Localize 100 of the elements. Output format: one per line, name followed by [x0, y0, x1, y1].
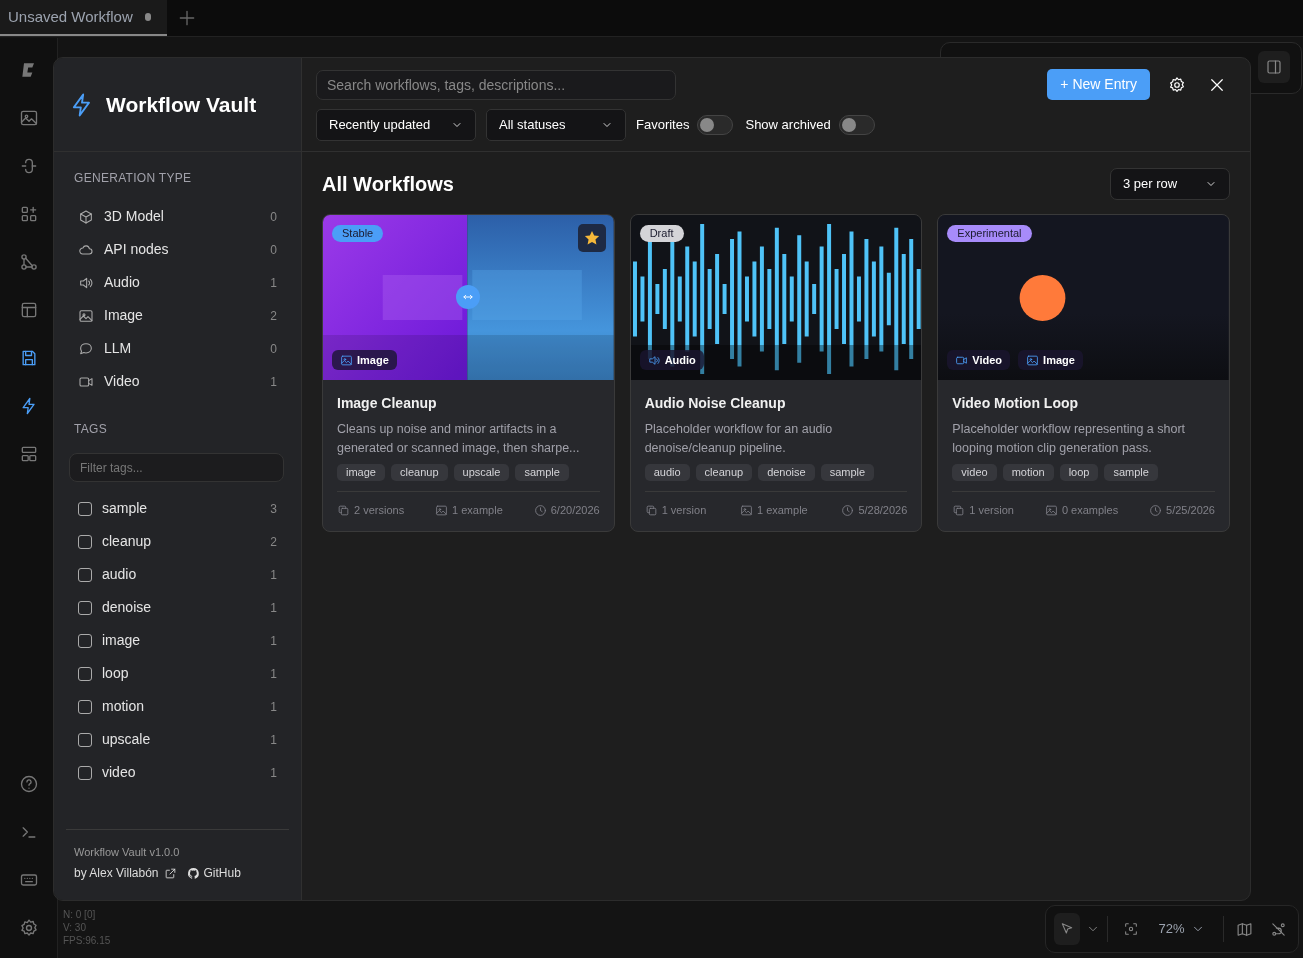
- clock-icon: [533, 503, 547, 517]
- workflow-tab[interactable]: Unsaved Workflow: [0, 0, 167, 36]
- chat-icon: [78, 340, 94, 357]
- tag-count: 3: [270, 500, 277, 518]
- toggle-switch[interactable]: [838, 115, 875, 135]
- toggle-label: Favorites: [636, 116, 690, 135]
- toggle-switch[interactable]: [697, 115, 734, 135]
- panel-toggle-button[interactable]: [1258, 51, 1290, 83]
- version-count: 2 versions: [354, 503, 405, 518]
- type-filter-item[interactable]: Audio 1: [70, 266, 285, 299]
- settings-icon: [1168, 75, 1186, 94]
- tag-count: 1: [270, 731, 277, 749]
- tag-count: 1: [270, 764, 277, 782]
- tag-chip: cleanup: [695, 464, 753, 481]
- tag-label: upscale: [102, 730, 151, 749]
- copy-icon: [644, 503, 658, 517]
- focus-icon: [1123, 921, 1140, 937]
- card-title: Image Cleanup: [337, 394, 438, 413]
- tag-chip: audio: [644, 464, 690, 481]
- tag-chip: video: [952, 464, 997, 481]
- canvas-stat: V: 30: [63, 921, 87, 934]
- type-chip: Image: [332, 350, 397, 370]
- tag-filter-field[interactable]: Filter tags...: [69, 453, 284, 482]
- speaker-icon: [647, 353, 661, 367]
- status-badge: Stable: [332, 225, 384, 242]
- updated-date: 5/28/2026: [858, 503, 908, 518]
- checkbox[interactable]: [78, 567, 92, 582]
- status-dropdown[interactable]: All statuses: [486, 109, 626, 141]
- panel-icon: [1265, 58, 1283, 76]
- workflow-card[interactable]: Stable Image Image Cleanup Cleans up noise and minor artifacts in a generated or scanned image, then sharpe... image cleanup upscale sample 2 versions 1 example 6/20/2026: [322, 214, 615, 532]
- canvas-stat: N: 0 [0]: [63, 908, 97, 921]
- type-filter-item[interactable]: LLM 0: [70, 332, 285, 365]
- type-filter-item[interactable]: API nodes 0: [70, 233, 285, 266]
- type-chip: Audio: [639, 350, 704, 370]
- type-chip: Video: [947, 350, 1011, 370]
- external-link-icon: [163, 866, 177, 880]
- tag-count: 1: [270, 632, 277, 650]
- author-link[interactable]: by Alex Villabón: [74, 864, 177, 882]
- card-description: Placeholder workflow for an audio denoise/cleanup pipeline.: [644, 421, 834, 457]
- type-filter-item[interactable]: Image 2: [70, 299, 285, 332]
- image-icon: [1044, 503, 1058, 517]
- favorite-button[interactable]: [577, 224, 606, 252]
- checkbox[interactable]: [78, 633, 92, 648]
- image-icon: [18, 108, 39, 128]
- card-description: Cleans up noise and minor artifacts in a generated or scanned image, then sharpe...: [337, 421, 581, 457]
- cube-icon: [78, 208, 94, 225]
- section-heading: TAGS: [74, 422, 107, 436]
- clock-icon: [841, 503, 855, 517]
- checkbox[interactable]: [78, 600, 92, 615]
- tag-chip: loop: [1059, 464, 1099, 481]
- example-count: 1 example: [756, 503, 808, 518]
- select-tool-button[interactable]: [1054, 913, 1080, 945]
- tag-label: motion: [102, 697, 145, 716]
- zoom-menu-button[interactable]: 72%: [1152, 919, 1211, 939]
- tag-label: loop: [102, 664, 129, 683]
- map-icon: [1236, 920, 1254, 938]
- tag-chip: sample: [820, 464, 875, 481]
- github-link[interactable]: GitHub: [186, 864, 241, 882]
- image-icon: [739, 503, 753, 517]
- section-title: All Workflows: [322, 172, 454, 197]
- tag-label: denoise: [102, 598, 152, 617]
- copy-icon: [952, 503, 966, 517]
- tag-chip: cleanup: [390, 464, 448, 481]
- type-filter-item[interactable]: 3D Model 0: [70, 200, 285, 233]
- tag-chip: motion: [1002, 464, 1054, 481]
- per-row-dropdown[interactable]: 3 per row: [1110, 168, 1230, 200]
- tag-count: 1: [270, 599, 277, 617]
- card-title: Audio Noise Cleanup: [644, 394, 787, 413]
- version-text: Workflow Vault v1.0.0: [74, 844, 181, 860]
- tag-chip: upscale: [453, 464, 510, 481]
- star-icon: [582, 229, 601, 247]
- version-count: 1 version: [969, 503, 1014, 518]
- workflow-card[interactable]: Draft Audio Audio Noise Cleanup Placeholder workflow for an audio denoise/cleanup pipeline. audio cleanup denoise sample 1 version 1 example 5/28/2026: [629, 214, 923, 532]
- type-filter-item[interactable]: Video 1: [70, 365, 285, 398]
- tag-label: cleanup: [102, 532, 152, 551]
- checkbox[interactable]: [78, 732, 92, 747]
- search-field[interactable]: Search workflows, tags, descriptions...: [316, 69, 676, 100]
- clock-icon: [1149, 503, 1163, 517]
- updated-date: 6/20/2026: [550, 503, 600, 518]
- checkbox[interactable]: [78, 765, 92, 780]
- nodes-icon: [18, 252, 39, 272]
- tag-count: 1: [270, 665, 277, 683]
- tag-chip: sample: [1104, 464, 1158, 481]
- checkbox[interactable]: [78, 666, 92, 681]
- checkbox[interactable]: [78, 534, 92, 549]
- version-count: 1 version: [661, 503, 707, 518]
- tag-chip: sample: [515, 464, 569, 481]
- tag-count: 1: [270, 566, 277, 584]
- unlink-icon: [1270, 920, 1288, 938]
- workflow-card[interactable]: Experimental Video Image Video Motion Loop Placeholder workflow representing a short looping motion clip generation pass. video motion loop sample 1 version 0 examples 5/25/2026: [937, 214, 1230, 532]
- tag-label: video: [102, 763, 136, 782]
- sort-dropdown[interactable]: Recently updated: [316, 109, 476, 141]
- card-title: Video Motion Loop: [952, 394, 1080, 413]
- status-badge: Experimental: [947, 225, 1032, 242]
- image-icon: [1026, 353, 1040, 367]
- tag-chip: denoise: [758, 464, 815, 481]
- checkbox[interactable]: [78, 501, 92, 516]
- plus-icon: [177, 8, 197, 28]
- github-icon: [186, 866, 200, 880]
- checkbox[interactable]: [78, 699, 92, 714]
